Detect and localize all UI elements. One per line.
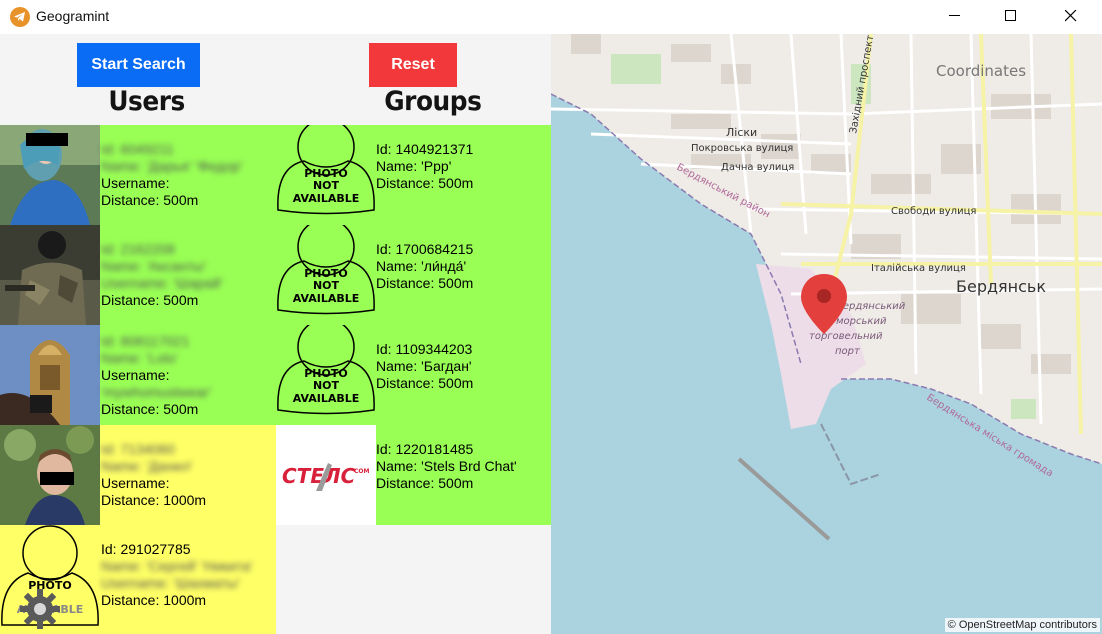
map-label-svobody: Свободи вулиця xyxy=(891,206,976,217)
start-search-button[interactable]: Start Search xyxy=(77,43,200,87)
user-distance: Distance: 500m xyxy=(101,401,199,417)
group-distance: Distance: 500m xyxy=(376,175,474,191)
svg-text:NOT: NOT xyxy=(313,279,340,292)
user-id: Id: 7134060 xyxy=(101,441,175,457)
svg-text:NOT: NOT xyxy=(313,379,340,392)
group-row[interactable]: PHOTO NOT AVAILABLE Id: 1109344203 Name:… xyxy=(276,325,551,425)
window-title: Geogramint xyxy=(36,8,110,24)
reset-button[interactable]: Reset xyxy=(369,43,457,87)
group-row[interactable]: СТЕЛС COM Id: 1220181485 Name: 'Stels Br… xyxy=(276,425,551,525)
group-id: Id: 1109344203 xyxy=(376,341,473,357)
user-distance: Distance: 500m xyxy=(101,192,199,208)
user-username: Username: xyxy=(101,475,170,491)
user-id: Id: 808117021 xyxy=(101,333,190,349)
minimize-button[interactable] xyxy=(932,0,978,32)
coordinates-label: Coordinates xyxy=(936,62,1026,80)
map-label-italiiska: Італійська вулиця xyxy=(871,262,966,274)
group-distance: Distance: 500m xyxy=(376,275,474,291)
user-id: Id: 2162208 xyxy=(101,241,175,257)
logo-text: СТЕЛС xyxy=(282,464,356,488)
map-label-port2: морський xyxy=(836,316,887,327)
title-bar: Geogramint xyxy=(0,0,1102,34)
photo-not-available-avatar: PHOTO NOT AVAILABLE xyxy=(276,125,376,225)
user-avatar xyxy=(0,225,100,325)
map-label-city: Бердянськ xyxy=(956,277,1046,296)
map-label-port3: торговельний xyxy=(809,331,883,342)
map-label-port1: Бердянський xyxy=(836,301,906,312)
user-id: Id: 291027785 xyxy=(101,541,191,557)
svg-text:AVAILABLE: AVAILABLE xyxy=(293,392,360,405)
user-row[interactable]: Id: 7134060 Name: 'Данил' Username: Dist… xyxy=(0,425,276,525)
stels-logo-avatar: СТЕЛС COM xyxy=(276,425,376,525)
map-label-dachna: Дачна вулиця xyxy=(721,162,794,173)
map-label-port4: порт xyxy=(835,346,861,357)
group-id: Id: 1700684215 xyxy=(376,241,474,257)
user-name: Name: 'Аксанты' xyxy=(101,258,207,274)
user-username: Username: 'Шахматы' xyxy=(101,575,240,591)
map-attribution[interactable]: © OpenStreetMap contributors xyxy=(944,618,1100,632)
map-label-liski: Ліски xyxy=(726,126,757,139)
user-avatar xyxy=(0,425,100,525)
user-name: Name: 'Данил' xyxy=(101,458,193,474)
group-id: Id: 1404921371 xyxy=(376,141,474,157)
user-username: Username: xyxy=(101,175,170,191)
logo-sub: COM xyxy=(354,468,370,475)
group-row[interactable]: PHOTO NOT AVAILABLE Id: 1404921371 Name:… xyxy=(276,125,551,225)
svg-text:NOT: NOT xyxy=(313,179,340,192)
group-name: Name: 'Stels Brd Chat' xyxy=(376,458,517,474)
user-distance: Distance: 500m xyxy=(101,292,199,308)
group-distance: Distance: 500m xyxy=(376,375,474,391)
telegram-app-icon xyxy=(10,7,30,27)
photo-not-available-avatar: PHOTO NOT AVAILABLE xyxy=(276,225,376,325)
map-view[interactable]: Coordinates Ліски Покровська вулиця Дачн… xyxy=(551,34,1102,634)
user-name: Name: 'Дарья' 'Федор' xyxy=(101,158,243,174)
user-row[interactable]: PHOTO AVAILABLE xyxy=(0,525,276,634)
group-name: Name: 'Ppp' xyxy=(376,158,452,174)
map-canvas[interactable]: Coordinates Ліски Покровська вулиця Дачн… xyxy=(551,34,1102,634)
users-heading: Users xyxy=(108,86,185,117)
close-button[interactable] xyxy=(1048,0,1094,32)
user-row[interactable]: Id: 808117021 Name: 'Lolo' Username: 'my… xyxy=(0,325,276,425)
svg-text:AVAILABLE: AVAILABLE xyxy=(293,292,360,305)
user-distance: Distance: 1000m xyxy=(101,492,207,508)
user-username: Username: 'Шарай' xyxy=(101,275,223,291)
user-row[interactable]: Id: 2162208 Name: 'Аксанты' Username: 'Ш… xyxy=(0,225,276,325)
censor-bar xyxy=(40,472,74,485)
group-name: Name: 'ли́нда́' xyxy=(376,258,467,274)
censor-bar xyxy=(26,133,68,146)
svg-text:AVAILABLE: AVAILABLE xyxy=(293,192,360,205)
photo-not-available-avatar: PHOTO NOT AVAILABLE xyxy=(276,325,376,425)
user-avatar xyxy=(0,325,100,425)
user-row[interactable]: Id: 6049211 Name: 'Дарья' 'Федор' Userna… xyxy=(0,125,276,225)
user-name: Name: 'Lolo' xyxy=(101,350,178,366)
user-distance: Distance: 1000m xyxy=(101,592,207,608)
results-panel: Start Search Reset Users Groups Id: 6049… xyxy=(0,34,551,634)
users-list[interactable]: Id: 6049211 Name: 'Дарья' 'Федор' Userna… xyxy=(0,125,276,634)
user-username-value: 'mywhomustwear' xyxy=(101,384,212,400)
user-username: Username: xyxy=(101,367,170,383)
group-name: Name: 'Багдан' xyxy=(376,358,472,374)
group-row[interactable]: PHOTO NOT AVAILABLE Id: 1700684215 Name:… xyxy=(276,225,551,325)
groups-heading: Groups xyxy=(384,86,482,117)
photo-not-available-avatar: PHOTO AVAILABLE xyxy=(0,525,100,634)
group-id: Id: 1220181485 xyxy=(376,441,474,457)
user-avatar xyxy=(0,125,100,225)
user-name: Name: 'Сергей' 'Никита' xyxy=(101,558,253,574)
group-distance: Distance: 500m xyxy=(376,475,474,491)
user-id: Id: 6049211 xyxy=(101,141,174,157)
maximize-button[interactable] xyxy=(988,0,1034,32)
settings-gear-icon[interactable] xyxy=(18,587,62,631)
groups-list[interactable]: PHOTO NOT AVAILABLE Id: 1404921371 Name:… xyxy=(276,125,551,525)
map-label-pokrovska: Покровська вулиця xyxy=(691,143,793,154)
